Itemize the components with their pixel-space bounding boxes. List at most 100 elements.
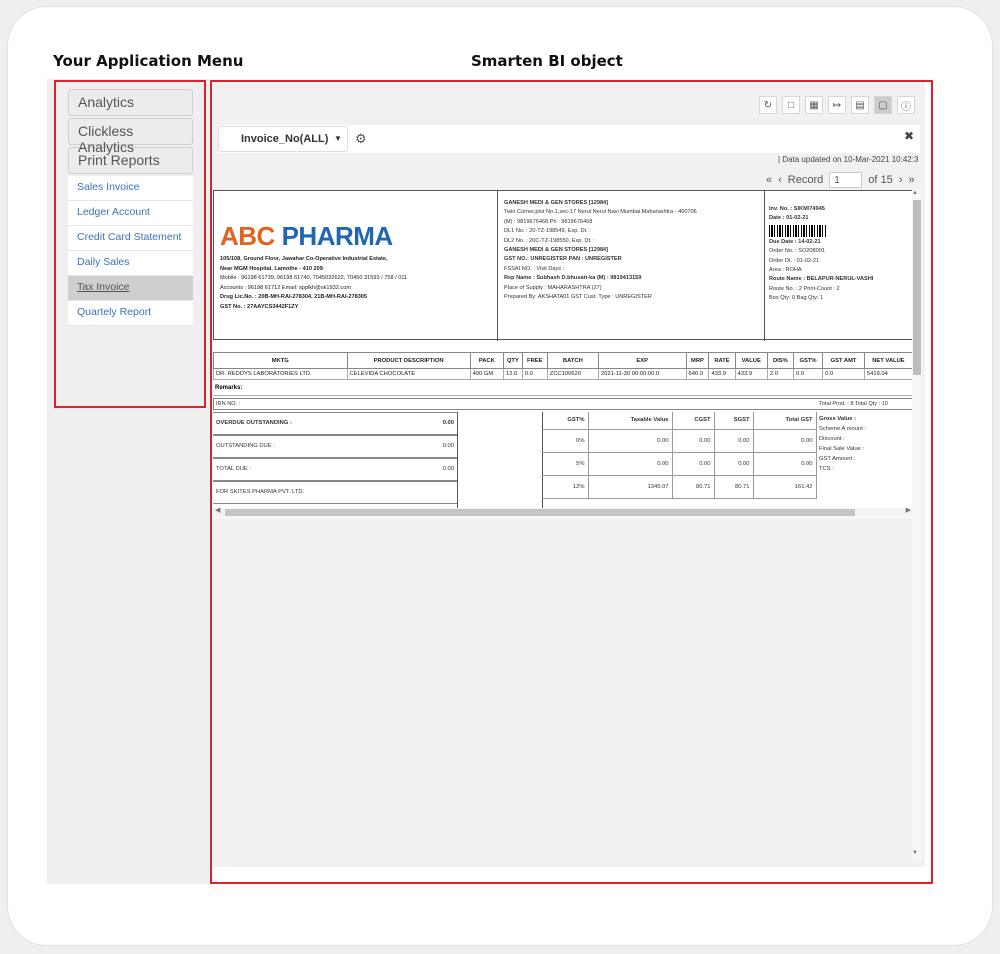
refresh-icon[interactable]: ↻ <box>759 96 777 114</box>
table-cell: 433.9 <box>734 368 768 380</box>
table-row: 5% 0.00 0.00 0.00 0.00 <box>542 452 817 476</box>
table-cell: 12% <box>542 475 589 499</box>
menu-item-ledger-account[interactable]: Ledger Account <box>68 201 193 226</box>
menu-group-analytics[interactable]: Analytics <box>68 89 193 116</box>
data-updated-text: | Data updated on 10-Mar-2021 10:42:3 <box>778 155 919 164</box>
record-input[interactable]: 1 <box>829 172 863 188</box>
gear-icon[interactable]: ⚙ <box>355 131 367 147</box>
table-cell: 0% <box>542 429 589 453</box>
menu-group-print-reports[interactable]: Print Reports <box>68 147 193 174</box>
column-header: GST% <box>542 412 589 430</box>
vertical-scrollbar[interactable]: ▲ ▼ <box>912 190 922 860</box>
vertical-scroll-thumb[interactable] <box>913 200 921 375</box>
column-header: BATCH <box>546 352 599 369</box>
record-navigator: « ‹ Record 1 of 15 › » <box>766 172 915 188</box>
menu-item-tax-invoice[interactable]: Tax Invoice <box>68 276 193 301</box>
table-cell: 433.9 <box>708 368 736 380</box>
table-cell: 1345.07 <box>588 475 673 499</box>
scroll-right-icon[interactable]: ▶ <box>906 506 911 514</box>
column-header: FREE <box>521 352 548 369</box>
column-header: PRODUCT DESCRIPTION <box>346 352 471 369</box>
gst-header-row: GST% Taxable Value CGST SGST Total GST <box>542 412 817 430</box>
broadcast-icon[interactable]: ▦ <box>805 96 823 114</box>
tax-invoice-report: ABC PHARMA 105/108, Ground Floor, Jawaha… <box>213 190 913 518</box>
menu-group-clickless-analytics[interactable]: Clickless Analytics <box>68 118 193 155</box>
menu-item-quartely-report[interactable]: Quartely Report <box>68 301 193 326</box>
column-header: Taxable Value <box>588 412 673 430</box>
column-header: MRP <box>685 352 710 369</box>
menu-item-sales-invoice[interactable]: Sales Invoice <box>68 176 193 201</box>
column-header: MKTG <box>213 352 348 369</box>
table-header-row: MKTG PRODUCT DESCRIPTION PACK QTY FREE B… <box>213 352 913 369</box>
prev-record-icon[interactable]: ‹ <box>778 174 782 186</box>
column-header: EXP <box>597 352 687 369</box>
first-record-icon[interactable]: « <box>766 174 772 186</box>
totals-summary: Total Prod. : 8 Total Qty : 10 <box>819 401 888 407</box>
invoice-no-dropdown[interactable]: Invoice_No(ALL) <box>218 126 348 152</box>
company-block: ABC PHARMA 105/108, Ground Floor, Jawaha… <box>214 191 498 341</box>
last-record-icon[interactable]: » <box>908 174 914 186</box>
column-header: SGST <box>714 412 754 430</box>
column-header: DIS% <box>766 352 794 369</box>
company-logo: ABC PHARMA <box>220 221 393 251</box>
invoice-lines-table: MKTG PRODUCT DESCRIPTION PACK QTY FREE B… <box>213 352 913 380</box>
menu-heading: Your Application Menu <box>53 52 244 70</box>
gst-summary-table: GST% Taxable Value CGST SGST Total GST 0… <box>542 412 817 499</box>
customer-block: GANESH MEDI & GEN STORES [12984] Twin Co… <box>498 191 765 341</box>
column-header: VALUE <box>734 352 768 369</box>
table-row: 12% 1345.07 80.71 80.71 161.42 <box>542 475 817 499</box>
close-icon[interactable]: ✖ <box>904 129 914 143</box>
column-header: CGST <box>672 412 715 430</box>
irn-row: IRN NO. : Total Prod. : 8 Total Qty : 10 <box>213 398 913 410</box>
scroll-left-icon[interactable]: ◀ <box>215 506 220 514</box>
horizontal-scrollbar[interactable]: ◀ ▶ <box>213 506 913 517</box>
table-cell: 0.00 <box>714 429 754 453</box>
barcode <box>769 224 827 237</box>
irn-label: IRN NO. : <box>216 401 241 407</box>
table-cell: 0.00 <box>588 452 673 476</box>
bi-toolbar: ↻ □ ▦ ↦ ▤ ▢ ⓘ <box>759 96 915 114</box>
bi-heading: Smarten BI object <box>471 52 623 70</box>
remarks-label: Remarks: <box>213 385 913 396</box>
table-cell: 80.71 <box>672 475 715 499</box>
column-header: NET VALUE <box>863 352 913 369</box>
company-address: 105/108, Ground Floor, Jawahar Co-Operat… <box>220 256 408 310</box>
horizontal-scroll-thumb[interactable] <box>225 509 855 516</box>
next-record-icon[interactable]: › <box>899 174 903 186</box>
table-cell: 0.0 <box>521 368 548 380</box>
column-header: GST% <box>792 352 824 369</box>
chevron-down-icon[interactable]: ▼ <box>334 134 342 143</box>
column-header: Total GST <box>753 412 817 430</box>
scroll-down-icon[interactable]: ▼ <box>912 850 918 856</box>
table-cell: CELEVIDA CHOCOLATE <box>346 368 471 380</box>
table-row: 0% 0.00 0.00 0.00 0.00 <box>542 429 817 453</box>
outstanding-due-row: OUTSTANDING DUE :0.00 <box>213 435 457 458</box>
table-cell: 0.00 <box>672 429 715 453</box>
parameter-row: Invoice_No(ALL) ▼ ⚙ ✖ <box>218 125 920 153</box>
save-icon[interactable]: □ <box>782 96 800 114</box>
scroll-up-icon[interactable]: ▲ <box>912 190 918 196</box>
column-header: QTY <box>503 352 523 369</box>
invoice-no-dropdown-label: Invoice_No(ALL) <box>241 133 329 145</box>
record-total: of 15 <box>868 174 893 186</box>
menu-item-credit-card-statement[interactable]: Credit Card Statement <box>68 226 193 251</box>
signatory-row: FOR SKITES PHARMA PVT. LTD. <box>213 481 457 504</box>
table-cell: 80.71 <box>714 475 754 499</box>
info-icon[interactable]: ⓘ <box>897 96 915 114</box>
table-cell: 400 GM <box>469 368 505 380</box>
export-icon[interactable]: ↦ <box>828 96 846 114</box>
menu-item-daily-sales[interactable]: Daily Sales <box>68 251 193 276</box>
table-cell: 5% <box>542 452 589 476</box>
table-row: DR. REDDYS LABORATORIES LTD. CELEVIDA CH… <box>213 368 913 380</box>
column-header: RATE <box>708 352 736 369</box>
invoice-meta-block: Inv. No. : SIKM/74945 Date : 01-02-21 Du… <box>769 206 874 302</box>
table-cell: 5419.04 <box>863 368 913 380</box>
table-cell: 2.0 <box>766 368 794 380</box>
gross-value-block: Gross Value : Scheme A mount : Discount … <box>819 416 867 472</box>
page-icon[interactable]: ▢ <box>874 96 892 114</box>
table-icon[interactable]: ▤ <box>851 96 869 114</box>
table-cell: 0.00 <box>714 452 754 476</box>
table-cell: 12.0 <box>503 368 523 380</box>
table-cell: 0.00 <box>753 452 817 476</box>
table-cell: 2021-11-30 00:00:00.0 <box>597 368 687 380</box>
